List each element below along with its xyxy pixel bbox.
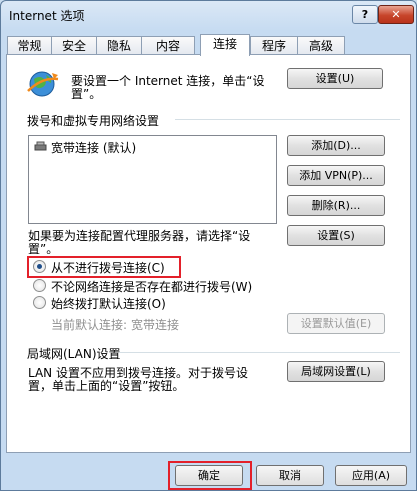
proxy-text-line2: 置”。 xyxy=(28,242,59,256)
section-divider xyxy=(119,352,400,353)
radio-dial-when-no-network[interactable] xyxy=(33,279,46,292)
remove-button[interactable]: 删除(R)... xyxy=(287,195,385,216)
radio-label-dial-when-no-network[interactable]: 不论网络连接是否存在都进行拨号(W) xyxy=(51,278,252,295)
setup-text-line2: 置”。 xyxy=(71,87,102,101)
globe-network-icon xyxy=(27,71,59,97)
lan-settings-button[interactable]: 局域网设置(L) xyxy=(287,361,385,382)
dialup-section-title: 拨号和虚拟专用网络设置 xyxy=(27,114,160,128)
broadband-connection-icon xyxy=(34,141,47,151)
apply-button[interactable]: 应用(A) xyxy=(335,465,407,486)
radio-label-never-dial[interactable]: 从不进行拨号连接(C) xyxy=(51,259,165,276)
set-default-button[interactable]: 设置默认值(E) xyxy=(287,313,385,334)
ok-button[interactable]: 确定 xyxy=(175,465,243,486)
lan-section-title: 局域网(LAN)设置 xyxy=(27,347,121,361)
setup-button[interactable]: 设置(U) xyxy=(287,68,383,89)
default-connection-label: 当前默认连接: xyxy=(51,318,128,332)
cancel-button[interactable]: 取消 xyxy=(256,465,324,486)
add-vpn-button[interactable]: 添加 VPN(P)... xyxy=(287,165,385,186)
add-button[interactable]: 添加(D)... xyxy=(287,135,385,156)
proxy-text-line1: 如果要为连接配置代理服务器，请选择“设 xyxy=(28,229,251,243)
list-item[interactable]: 宽带连接 (默认) xyxy=(51,139,136,156)
lan-text-line2: 置，单击上面的“设置”按钮。 xyxy=(28,379,185,393)
close-button[interactable]: ✕ xyxy=(378,5,414,24)
connections-panel: 要设置一个 Internet 连接，单击“设 置”。 设置(U) 拨号和虚拟专用… xyxy=(6,54,411,453)
radio-always-dial-default[interactable] xyxy=(33,296,46,309)
radio-label-always-dial-default[interactable]: 始终拨打默认连接(O) xyxy=(51,295,166,312)
default-connection-value: 宽带连接 xyxy=(131,318,180,332)
tab-general[interactable]: 常规 xyxy=(7,36,52,55)
radio-never-dial[interactable] xyxy=(33,260,46,273)
tab-content[interactable]: 内容 xyxy=(141,36,195,55)
tab-privacy[interactable]: 隐私 xyxy=(96,36,142,55)
help-button[interactable]: ? xyxy=(352,5,378,24)
title-bar[interactable]: Internet 选项 ? ✕ xyxy=(1,1,416,29)
tab-connections[interactable]: 连接 xyxy=(200,34,250,56)
proxy-settings-button[interactable]: 设置(S) xyxy=(287,225,385,246)
window-title: Internet 选项 xyxy=(9,9,85,23)
tab-programs[interactable]: 程序 xyxy=(250,36,298,55)
section-divider xyxy=(175,119,400,120)
tab-security[interactable]: 安全 xyxy=(51,36,97,55)
connection-list[interactable]: 宽带连接 (默认) xyxy=(28,135,277,224)
tab-advanced[interactable]: 高级 xyxy=(297,36,345,55)
